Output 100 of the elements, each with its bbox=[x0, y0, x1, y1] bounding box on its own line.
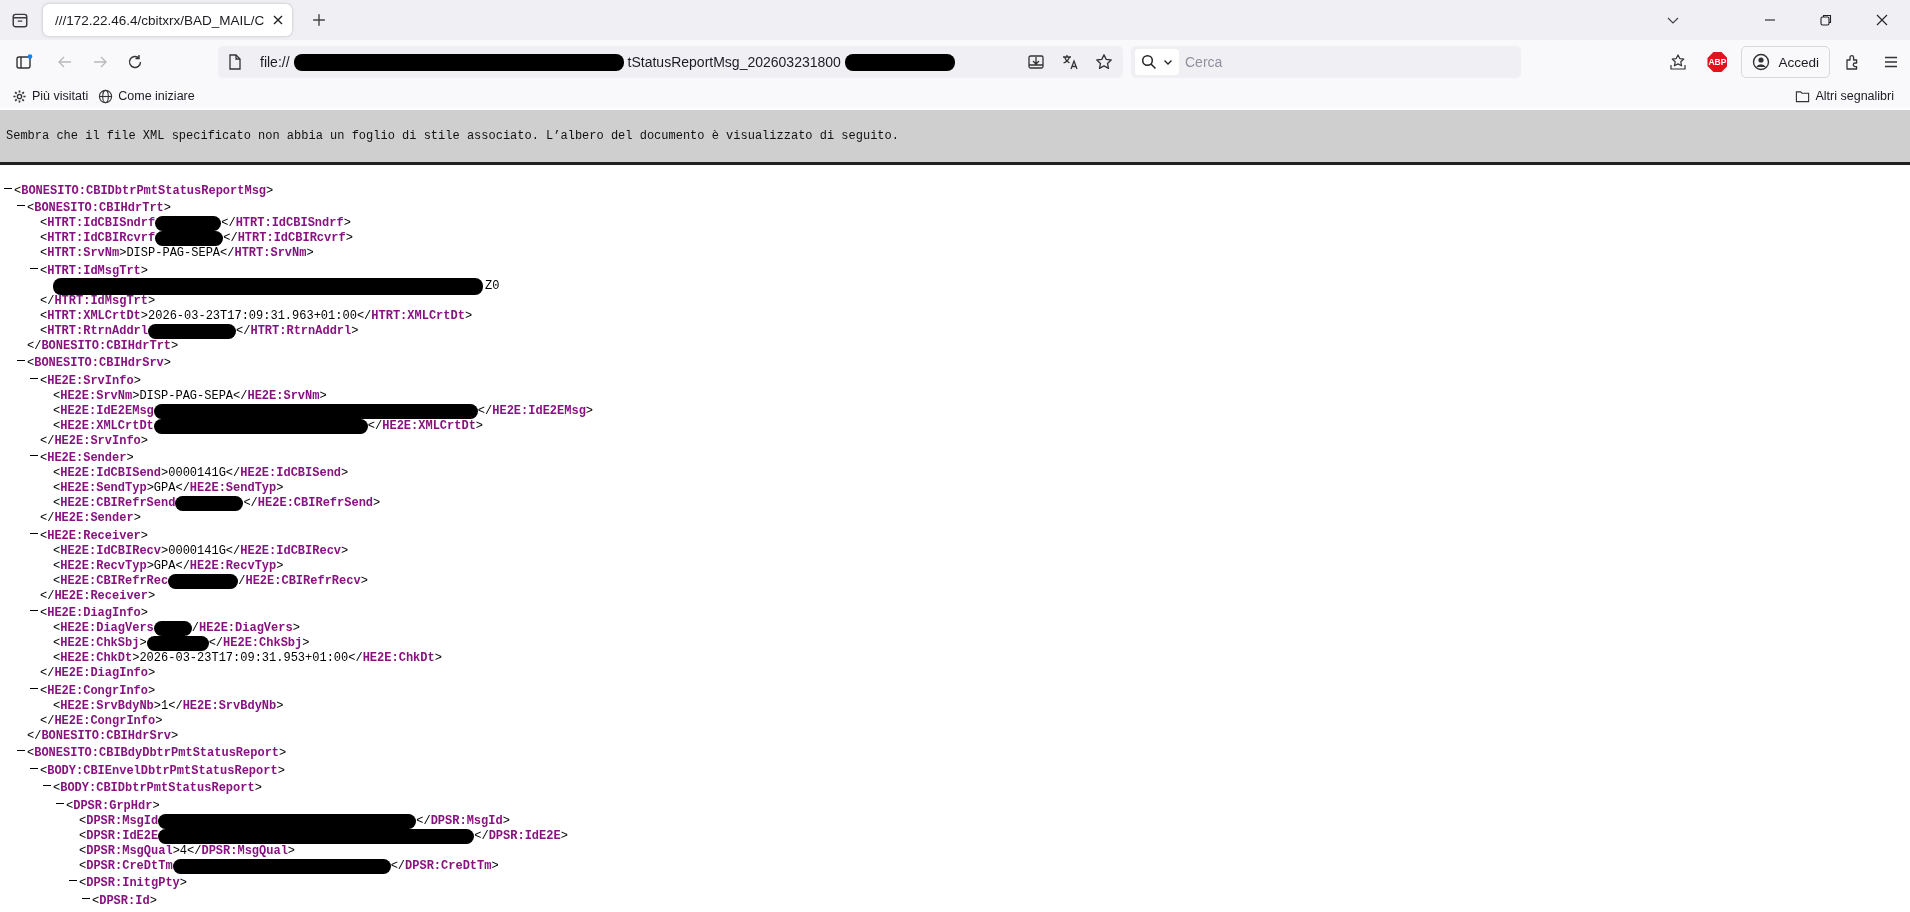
xml-tag: </HE2E:CBIRefrSend> bbox=[243, 496, 381, 511]
xml-tag: </HE2E:CongrInfo> bbox=[40, 713, 163, 729]
xml-tag: </HE2E:SrvNm> bbox=[233, 388, 327, 404]
xml-tag: <HE2E:DiagInfo> bbox=[40, 606, 149, 621]
xml-value: 2026-03-23T17:09:31.963+01:00 bbox=[148, 308, 357, 324]
xml-tag: <DPSR:Id> bbox=[92, 893, 157, 909]
translate-icon[interactable] bbox=[1061, 53, 1079, 71]
xml-tag: <HE2E:Sender> bbox=[40, 451, 134, 466]
xml-tag: <HE2E:CBIRefrSend bbox=[53, 496, 176, 511]
page-icon bbox=[228, 54, 242, 70]
xml-tag: <HTRT:SrvNm> bbox=[40, 246, 127, 261]
xml-tag: /HE2E:DiagVers> bbox=[191, 621, 300, 636]
xml-tag: </DPSR:MsgId> bbox=[416, 813, 510, 829]
xml-tag: </HE2E:SrvInfo> bbox=[40, 433, 149, 449]
xml-tag: </HTRT:IdCBIRcvrf> bbox=[223, 231, 353, 246]
xml-tag: </BONESITO:CBIHdrSrv> bbox=[27, 728, 179, 744]
xml-tag: <HE2E:DiagVers bbox=[53, 621, 154, 636]
xml-value: 2026-03-23T17:09:31.953+01:00 bbox=[139, 651, 349, 666]
url-prefix: file:// bbox=[260, 54, 290, 70]
xml-value: GPA bbox=[153, 481, 176, 496]
xml-tag: <DPSR:MsgId bbox=[79, 813, 159, 829]
xml-tag: </DPSR:CreDtTm> bbox=[390, 858, 499, 874]
xml-value: 4 bbox=[179, 843, 188, 859]
xml-tag: <HE2E:SrvNm> bbox=[53, 388, 140, 404]
xml-tag: </HE2E:ChkSbj> bbox=[208, 636, 310, 651]
search-icon[interactable] bbox=[1141, 54, 1157, 70]
star-icon[interactable] bbox=[1095, 53, 1113, 71]
xml-tag: <HE2E:SrvBdyNb> bbox=[53, 698, 162, 714]
xml-tag: </HE2E:Receiver> bbox=[40, 588, 156, 604]
xml-value: 1 bbox=[161, 698, 169, 714]
chevron-down-icon[interactable] bbox=[1163, 57, 1173, 67]
sidebar-icon[interactable] bbox=[15, 53, 33, 71]
tray-star-icon[interactable] bbox=[1669, 53, 1688, 71]
url-text: tStatusReportMsg_202603231800 bbox=[627, 54, 841, 70]
xml-tag: <HTRT:IdCBIRcvrf bbox=[40, 231, 156, 246]
xml-tag: <BONESITO:CBIHdrTrt> bbox=[27, 201, 172, 216]
xml-tag: <HE2E:CBIRefrRec bbox=[53, 573, 169, 589]
xml-tag: <HE2E:SrvInfo> bbox=[40, 373, 141, 389]
xml-tag: </HTRT:IdCBISndrf> bbox=[221, 216, 351, 231]
gear-icon bbox=[12, 88, 27, 104]
xml-tag: <HTRT:IdCBISndrf bbox=[40, 216, 156, 231]
xml-tag: </HE2E:SendTyp> bbox=[175, 481, 284, 496]
folder-icon bbox=[1795, 88, 1811, 104]
search-field[interactable]: Cerca bbox=[1131, 46, 1521, 78]
xml-tag: </HTRT:RtrnAddrl> bbox=[236, 323, 359, 339]
tab-list-icon[interactable] bbox=[11, 11, 29, 29]
xml-tag: <BODY:CBIEnvelDbtrPmtStatusReport> bbox=[40, 763, 285, 779]
xml-tag: <DPSR:IdE2E bbox=[79, 828, 159, 844]
xml-tag: </HE2E:RecvTyp> bbox=[175, 558, 284, 574]
reload-icon[interactable] bbox=[126, 53, 144, 71]
xml-tag: </HE2E:IdCBISend> bbox=[225, 466, 349, 481]
xml-value: 0000141G bbox=[168, 466, 226, 481]
xml-tag: </HE2E:XMLCrtDt> bbox=[367, 418, 484, 434]
xml-tag: <HE2E:IdCBIRecv> bbox=[53, 543, 169, 559]
xml-value: 0000141G bbox=[168, 543, 226, 559]
search-input[interactable]: Cerca bbox=[1183, 53, 1517, 71]
xml-tag: </HE2E:IdE2EMsg> bbox=[477, 403, 594, 419]
xml-tag: <HE2E:RecvTyp> bbox=[53, 558, 154, 574]
xml-tag: <HE2E:XMLCrtDt bbox=[53, 418, 154, 434]
xml-tag: </HTRT:XMLCrtDt> bbox=[356, 308, 473, 324]
adblock-badge[interactable]: ABP bbox=[1707, 52, 1728, 72]
xml-tag: <HE2E:IdCBISend> bbox=[53, 466, 169, 481]
sign-in-button[interactable]: Accedi bbox=[1741, 46, 1830, 78]
xml-value: DISP-PAG-SEPA bbox=[126, 246, 221, 261]
xml-tag: <BONESITO:CBIDbtrPmtStatusReportMsg> bbox=[14, 183, 274, 199]
xml-tag: </DPSR:IdE2E> bbox=[474, 828, 568, 844]
globe-icon bbox=[98, 88, 114, 104]
close-icon[interactable] bbox=[272, 14, 285, 26]
xml-tag: </HE2E:Sender> bbox=[40, 511, 141, 526]
xml-tag: </HE2E:DiagInfo> bbox=[40, 666, 156, 681]
new-tab-icon[interactable] bbox=[312, 13, 327, 27]
close-icon[interactable] bbox=[1875, 13, 1889, 27]
xml-tag: <HE2E:IdE2EMsg bbox=[53, 403, 154, 419]
download-icon[interactable] bbox=[1027, 53, 1045, 71]
xml-tag: </HTRT:SrvNm> bbox=[220, 246, 314, 261]
xml-tag: <DPSR:CreDtTm bbox=[79, 858, 173, 874]
xml-value: DISP-PAG-SEPA bbox=[139, 388, 234, 404]
xml-tag: <DPSR:InitgPty> bbox=[79, 876, 188, 891]
xml-tag: <HE2E:Receiver> bbox=[40, 528, 149, 544]
xml-tag: </HE2E:IdCBIRecv> bbox=[225, 543, 349, 559]
xml-value: Z0 bbox=[485, 278, 500, 294]
xml-value: GPA bbox=[153, 558, 176, 574]
xml-tag: </BONESITO:CBIHdrTrt> bbox=[27, 338, 179, 354]
bookmark-item[interactable]: Come iniziare bbox=[98, 88, 195, 104]
xml-tag: <HE2E:ChkDt> bbox=[53, 651, 140, 666]
other-bookmarks-item[interactable]: Altri segnalibri bbox=[1795, 88, 1894, 104]
xml-tag: <DPSR:MsgQual> bbox=[79, 843, 180, 859]
xml-tag: <BONESITO:CBIHdrSrv> bbox=[27, 356, 172, 371]
xml-tag: <DPSR:GrpHdr> bbox=[66, 798, 160, 814]
xml-tag: <HE2E:ChkSbj> bbox=[53, 636, 147, 651]
address-bar[interactable]: file:// tStatusReportMsg_202603231800 bbox=[218, 46, 1123, 78]
xml-tag: <HTRT:IdMsgTrt> bbox=[40, 263, 149, 279]
bookmark-item[interactable]: Più visitati bbox=[12, 88, 89, 104]
xml-tag: </DPSR:MsgQual> bbox=[187, 843, 296, 859]
xml-tag: <HTRT:XMLCrtDt> bbox=[40, 308, 149, 324]
xml-tag: </HE2E:ChkDt> bbox=[348, 651, 442, 666]
xml-tag: <BONESITO:CBIBdyDbtrPmtStatusReport> bbox=[27, 746, 287, 761]
browser-tab[interactable]: ///172.22.46.4/cbitxrx/BAD_MAIL/C bbox=[43, 4, 293, 36]
restore-icon[interactable] bbox=[1819, 13, 1833, 27]
notice-text: Sembra che il file XML specificato non abbia un foglio di stile associato. L’albero del documento è visualizzato di seguito. bbox=[6, 129, 899, 143]
